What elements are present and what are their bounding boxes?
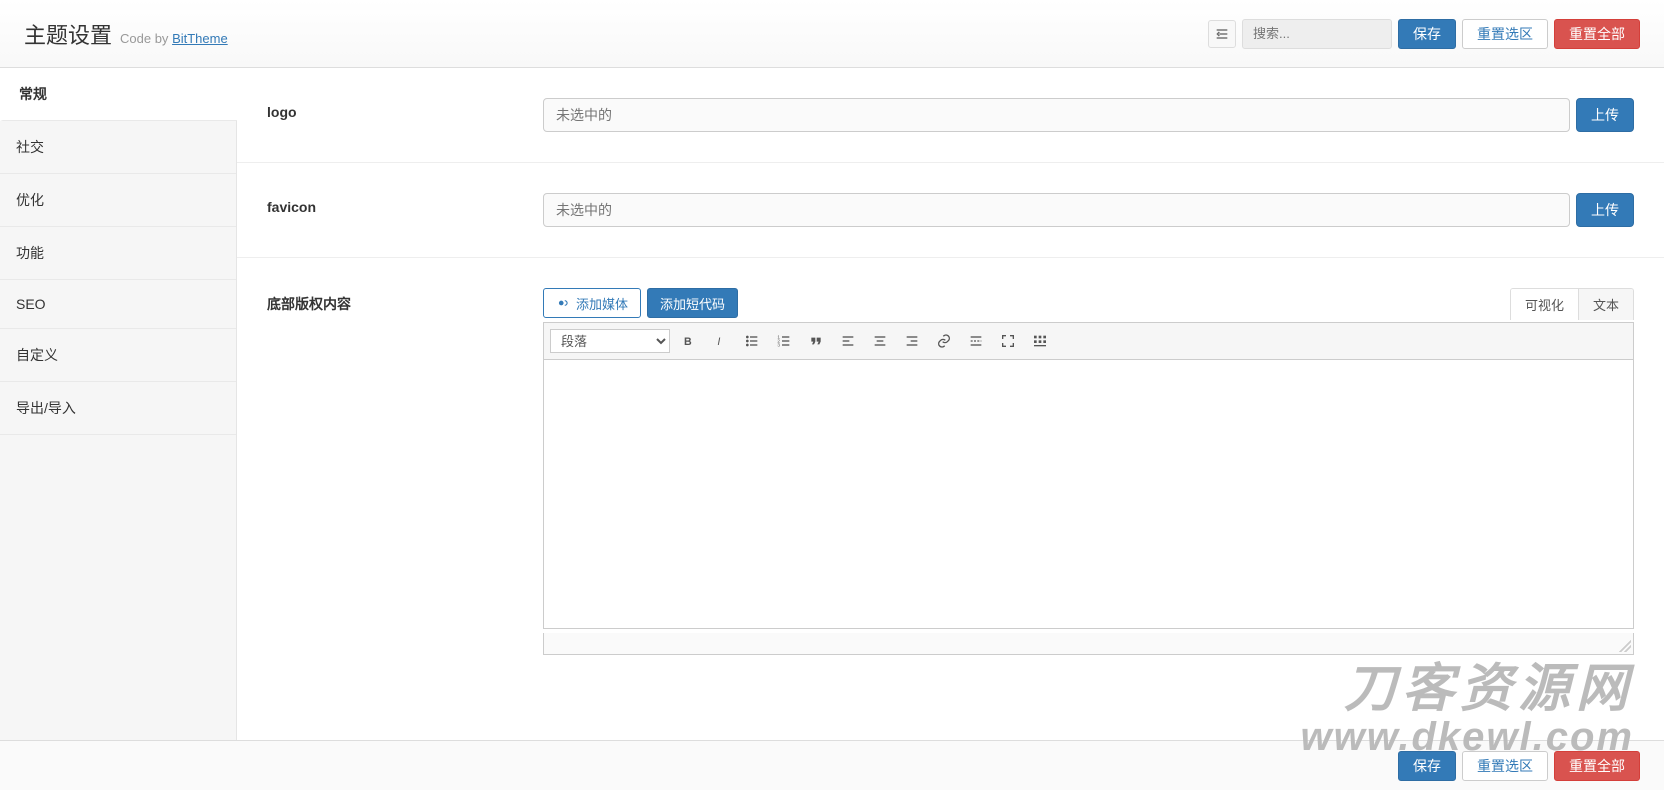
sidebar-item-function[interactable]: 功能 [0,227,236,280]
align-right-icon[interactable] [898,329,926,353]
fullscreen-icon[interactable] [994,329,1022,353]
footer: 保存 重置选区 重置全部 [0,740,1664,790]
favicon-input[interactable] [543,193,1570,227]
sidebar: 常规 社交 优化 功能 SEO 自定义 导出/导入 [0,68,237,740]
bittheme-link[interactable]: BitTheme [172,31,228,46]
svg-text:I: I [717,336,720,348]
field-footer-copyright: 底部版权内容 添加媒体 添加短代码 可视化 文本 [237,258,1664,685]
field-label-logo: logo [267,98,543,132]
field-logo: logo 上传 [237,68,1664,163]
sidebar-item-custom[interactable]: 自定义 [0,329,236,382]
add-shortcode-button[interactable]: 添加短代码 [647,288,738,318]
sidebar-item-label: 导出/导入 [16,400,76,416]
svg-text:B: B [684,336,692,348]
field-label-favicon: favicon [267,193,543,227]
code-by: Code by BitTheme [120,31,228,46]
add-media-button[interactable]: 添加媒体 [543,288,641,318]
blockquote-icon[interactable] [802,329,830,353]
bullet-list-icon[interactable] [738,329,766,353]
align-left-icon[interactable] [834,329,862,353]
link-icon[interactable] [930,329,958,353]
search-input[interactable] [1242,19,1392,49]
sidebar-item-label: 社交 [16,139,44,155]
editor-toolbar: 段落 B I 123 [543,322,1634,359]
sidebar-item-label: 自定义 [16,347,58,363]
resize-grip-icon[interactable] [1619,640,1631,652]
sidebar-item-general[interactable]: 常规 [0,68,237,121]
header: 主题设置 Code by BitTheme 保存 重置选区 重置全部 [0,0,1664,68]
format-select[interactable]: 段落 [550,329,670,353]
italic-icon[interactable]: I [706,329,734,353]
toolbar-toggle-icon[interactable] [1026,329,1054,353]
bold-icon[interactable]: B [674,329,702,353]
footer-reset-all-button[interactable]: 重置全部 [1554,751,1640,781]
sidebar-item-label: 优化 [16,192,44,208]
logo-input[interactable] [543,98,1570,132]
field-label-footer: 底部版权内容 [267,288,543,655]
align-center-icon[interactable] [866,329,894,353]
editor-body[interactable] [543,359,1634,629]
reset-section-button[interactable]: 重置选区 [1462,19,1548,49]
footer-reset-section-button[interactable]: 重置选区 [1462,751,1548,781]
sidebar-item-seo[interactable]: SEO [0,280,236,329]
sidebar-item-label: SEO [16,296,46,312]
add-media-label: 添加媒体 [576,294,628,313]
logo-upload-button[interactable]: 上传 [1576,98,1634,132]
tab-visual[interactable]: 可视化 [1511,289,1578,320]
sidebar-item-label: 常规 [19,86,47,102]
sidebar-item-optimize[interactable]: 优化 [0,174,236,227]
svg-text:3: 3 [777,342,780,347]
tab-text[interactable]: 文本 [1578,289,1633,320]
read-more-icon[interactable] [962,329,990,353]
field-favicon: favicon 上传 [237,163,1664,258]
content: logo 上传 favicon 上传 底部版权内容 [237,68,1664,740]
footer-save-button[interactable]: 保存 [1398,751,1456,781]
sidebar-item-import-export[interactable]: 导出/导入 [0,382,236,435]
collapse-button[interactable] [1208,20,1236,48]
favicon-upload-button[interactable]: 上传 [1576,193,1634,227]
sidebar-item-social[interactable]: 社交 [0,121,236,174]
editor-tabs: 可视化 文本 [1510,288,1634,320]
page-title: 主题设置 [24,18,112,50]
editor-statusbar [543,633,1634,655]
sidebar-item-label: 功能 [16,245,44,261]
numbered-list-icon[interactable]: 123 [770,329,798,353]
save-button[interactable]: 保存 [1398,19,1456,49]
reset-all-button[interactable]: 重置全部 [1554,19,1640,49]
